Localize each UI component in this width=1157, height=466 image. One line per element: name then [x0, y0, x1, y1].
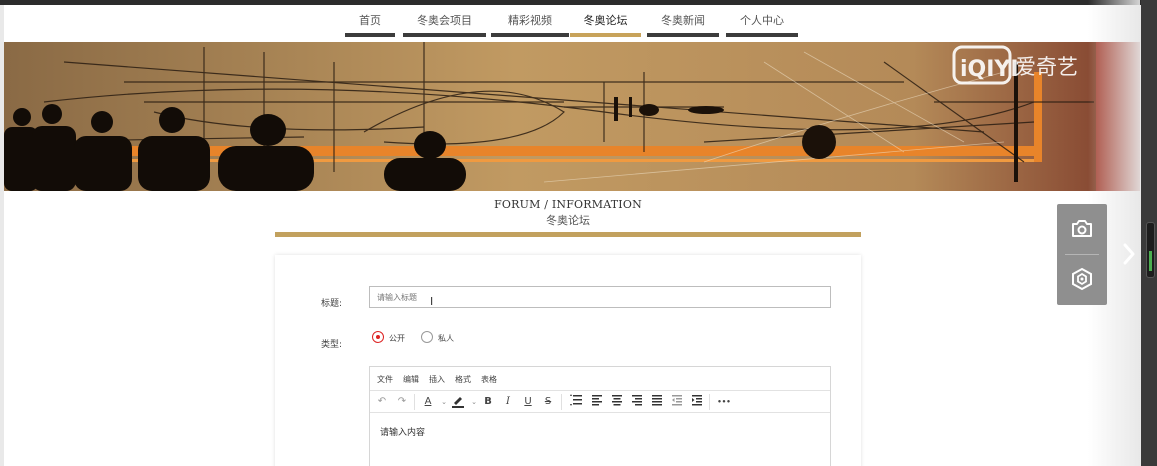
title-label: 标题:	[321, 299, 343, 309]
editor-menubar: 文件 编辑 插入 格式 表格	[370, 367, 830, 391]
menu-file[interactable]: 文件	[377, 374, 393, 385]
more-icon[interactable]: •••	[716, 394, 732, 410]
scrollbar-thumb[interactable]	[1146, 222, 1155, 278]
type-label: 类型:	[321, 340, 343, 350]
italic-icon[interactable]: I	[500, 394, 516, 410]
chevron-right-icon[interactable]	[1119, 240, 1139, 268]
section-heading: FORUM / INFORMATION 冬奥论坛	[275, 198, 861, 228]
align-left-icon[interactable]	[589, 394, 605, 410]
redo-icon[interactable]: ↷	[394, 394, 410, 410]
editor-toolbar: ↶ ↷ A ⌄ ⌄ B I U S •••	[370, 391, 830, 413]
strikethrough-icon[interactable]: S	[540, 394, 556, 410]
target-icon[interactable]	[1070, 267, 1094, 291]
align-center-icon[interactable]	[609, 394, 625, 410]
camera-icon[interactable]	[1070, 217, 1094, 241]
toolbar-separator	[414, 394, 415, 410]
line-height-icon[interactable]	[568, 394, 584, 410]
nav-item-home[interactable]: 首页	[345, 9, 395, 37]
heading-chinese: 冬奥论坛	[546, 214, 590, 227]
toolbar-separator	[709, 394, 710, 410]
nav-item-winter-olympic-events[interactable]: 冬奥会项目	[403, 9, 486, 37]
title-input[interactable]	[369, 286, 831, 308]
type-radio-private-label[interactable]: 私人	[438, 333, 454, 344]
main-nav: 首页 冬奥会项目 精彩视频 冬奥论坛 冬奥新闻 个人中心	[4, 5, 1140, 42]
text-cursor-icon: I	[430, 295, 434, 308]
font-color-icon[interactable]: A	[420, 394, 436, 410]
svg-text:iQIYI: iQIYI	[960, 57, 1019, 82]
post-form-card: 标题: I 类型: 公开 私人 文件 编辑 插入 格式 表格 ↶ ↷ A ⌄ ⌄…	[275, 255, 861, 466]
rich-text-editor: 文件 编辑 插入 格式 表格 ↶ ↷ A ⌄ ⌄ B I U S ••• 请输入…	[369, 366, 831, 466]
undo-icon[interactable]: ↶	[374, 394, 390, 410]
toolbar-separator	[561, 394, 562, 410]
type-radio-public-label[interactable]: 公开	[389, 333, 405, 344]
editor-content-area[interactable]: 请输入内容	[380, 425, 425, 438]
heading-divider	[275, 232, 861, 237]
align-justify-icon[interactable]	[649, 394, 665, 410]
nav-item-profile[interactable]: 个人中心	[726, 9, 798, 37]
type-radio-private[interactable]	[421, 331, 433, 343]
highlight-icon[interactable]	[450, 394, 466, 410]
menu-format[interactable]: 格式	[455, 374, 471, 385]
menu-table[interactable]: 表格	[481, 374, 497, 385]
heading-english: FORUM / INFORMATION	[494, 198, 642, 211]
bold-icon[interactable]: B	[480, 394, 496, 410]
svg-text:爱奇艺: 爱奇艺	[1015, 55, 1078, 79]
float-panel-divider	[1065, 254, 1099, 255]
nav-item-forum[interactable]: 冬奥论坛	[570, 9, 641, 37]
outdent-icon[interactable]	[669, 394, 685, 410]
menu-edit[interactable]: 编辑	[403, 374, 419, 385]
nav-item-news[interactable]: 冬奥新闻	[647, 9, 719, 37]
indent-icon[interactable]	[689, 394, 705, 410]
underline-icon[interactable]: U	[520, 394, 536, 410]
nav-item-videos[interactable]: 精彩视频	[491, 9, 569, 37]
banner-illustration: iQIYI 爱奇艺	[4, 42, 1140, 191]
align-right-icon[interactable]	[629, 394, 645, 410]
type-radio-public[interactable]	[372, 331, 384, 343]
floating-tool-panel	[1057, 204, 1107, 305]
banner-image: iQIYI 爱奇艺	[4, 42, 1140, 191]
menu-insert[interactable]: 插入	[429, 374, 445, 385]
